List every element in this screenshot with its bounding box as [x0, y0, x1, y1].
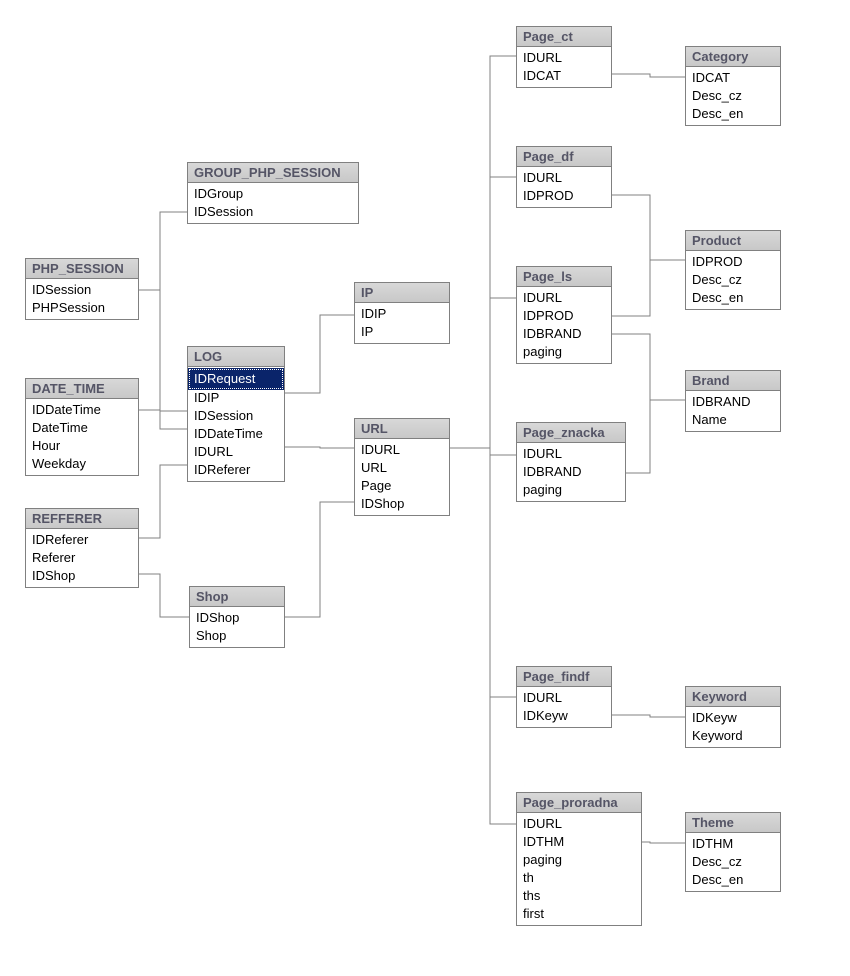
entity-ip[interactable]: IP IDIP IP [354, 282, 450, 344]
column[interactable]: Desc_cz [686, 271, 780, 289]
column[interactable]: IDSession [188, 407, 284, 425]
column[interactable]: IP [355, 323, 449, 341]
column[interactable]: Name [686, 411, 780, 429]
column[interactable]: IDSession [26, 281, 138, 299]
entity-log[interactable]: LOG IDRequest IDIP IDSession IDDateTime … [187, 346, 285, 482]
column-selected[interactable]: IDRequest [189, 369, 283, 389]
column[interactable]: Referer [26, 549, 138, 567]
entity-title: LOG [188, 347, 284, 367]
column[interactable]: Hour [26, 437, 138, 455]
entity-page-df[interactable]: Page_df IDURL IDPROD [516, 146, 612, 208]
column[interactable]: IDBRAND [517, 325, 611, 343]
column[interactable]: IDDateTime [188, 425, 284, 443]
column[interactable]: IDURL [517, 169, 611, 187]
column[interactable]: IDCAT [517, 67, 611, 85]
entity-brand[interactable]: Brand IDBRAND Name [685, 370, 781, 432]
entity-page-znacka[interactable]: Page_znacka IDURL IDBRAND paging [516, 422, 626, 502]
column[interactable]: Desc_cz [686, 87, 780, 105]
entity-title: Page_ct [517, 27, 611, 47]
column[interactable]: IDReferer [26, 531, 138, 549]
column[interactable]: first [517, 905, 641, 923]
column[interactable]: IDDateTime [26, 401, 138, 419]
entity-title: Page_findf [517, 667, 611, 687]
column[interactable]: Keyword [686, 727, 780, 745]
column[interactable]: IDSession [188, 203, 358, 221]
entity-category[interactable]: Category IDCAT Desc_cz Desc_en [685, 46, 781, 126]
column[interactable]: IDReferer [188, 461, 284, 479]
column[interactable]: paging [517, 851, 641, 869]
entity-php-session[interactable]: PHP_SESSION IDSession PHPSession [25, 258, 139, 320]
entity-title: Brand [686, 371, 780, 391]
column[interactable]: IDURL [517, 445, 625, 463]
column[interactable]: th [517, 869, 641, 887]
column[interactable]: Desc_en [686, 105, 780, 123]
entity-page-proradna[interactable]: Page_proradna IDURL IDTHM paging th ths … [516, 792, 642, 926]
column[interactable]: IDURL [517, 815, 641, 833]
column[interactable]: IDURL [517, 49, 611, 67]
column[interactable]: IDBRAND [686, 393, 780, 411]
entity-title: Page_proradna [517, 793, 641, 813]
column[interactable]: Weekday [26, 455, 138, 473]
column[interactable]: IDShop [26, 567, 138, 585]
column[interactable]: URL [355, 459, 449, 477]
entity-title: DATE_TIME [26, 379, 138, 399]
column[interactable]: IDURL [517, 289, 611, 307]
entity-title: Shop [190, 587, 284, 607]
column[interactable]: IDBRAND [517, 463, 625, 481]
entity-title: GROUP_PHP_SESSION [188, 163, 358, 183]
column[interactable]: ths [517, 887, 641, 905]
column[interactable]: Desc_en [686, 289, 780, 307]
entity-group-php-session[interactable]: GROUP_PHP_SESSION IDGroup IDSession [187, 162, 359, 224]
column[interactable]: IDURL [355, 441, 449, 459]
entity-date-time[interactable]: DATE_TIME IDDateTime DateTime Hour Weekd… [25, 378, 139, 476]
entity-title: Product [686, 231, 780, 251]
entity-page-ls[interactable]: Page_ls IDURL IDPROD IDBRAND paging [516, 266, 612, 364]
column[interactable]: Shop [190, 627, 284, 645]
entity-url[interactable]: URL IDURL URL Page IDShop [354, 418, 450, 516]
entity-title: URL [355, 419, 449, 439]
column[interactable]: IDPROD [517, 187, 611, 205]
column[interactable]: IDPROD [686, 253, 780, 271]
entity-title: Page_znacka [517, 423, 625, 443]
column[interactable]: IDKeyw [517, 707, 611, 725]
entity-title: PHP_SESSION [26, 259, 138, 279]
column[interactable]: IDCAT [686, 69, 780, 87]
entity-title: Page_df [517, 147, 611, 167]
column[interactable]: IDTHM [517, 833, 641, 851]
column[interactable]: DateTime [26, 419, 138, 437]
column[interactable]: Page [355, 477, 449, 495]
column[interactable]: IDIP [188, 389, 284, 407]
entity-title: Category [686, 47, 780, 67]
column[interactable]: paging [517, 343, 611, 361]
entity-title: Keyword [686, 687, 780, 707]
column[interactable]: IDTHM [686, 835, 780, 853]
column[interactable]: IDGroup [188, 185, 358, 203]
entity-title: REFFERER [26, 509, 138, 529]
column[interactable]: IDShop [190, 609, 284, 627]
entity-page-ct[interactable]: Page_ct IDURL IDCAT [516, 26, 612, 88]
entity-page-findf[interactable]: Page_findf IDURL IDKeyw [516, 666, 612, 728]
column[interactable]: IDURL [517, 689, 611, 707]
column[interactable]: Desc_cz [686, 853, 780, 871]
entity-shop[interactable]: Shop IDShop Shop [189, 586, 285, 648]
column[interactable]: IDShop [355, 495, 449, 513]
entity-keyword[interactable]: Keyword IDKeyw Keyword [685, 686, 781, 748]
column[interactable]: Desc_en [686, 871, 780, 889]
entity-title: IP [355, 283, 449, 303]
column[interactable]: paging [517, 481, 625, 499]
column[interactable]: IDURL [188, 443, 284, 461]
entity-product[interactable]: Product IDPROD Desc_cz Desc_en [685, 230, 781, 310]
column[interactable]: PHPSession [26, 299, 138, 317]
entity-refferer[interactable]: REFFERER IDReferer Referer IDShop [25, 508, 139, 588]
column[interactable]: IDKeyw [686, 709, 780, 727]
entity-title: Theme [686, 813, 780, 833]
column[interactable]: IDIP [355, 305, 449, 323]
column[interactable]: IDPROD [517, 307, 611, 325]
entity-theme[interactable]: Theme IDTHM Desc_cz Desc_en [685, 812, 781, 892]
entity-title: Page_ls [517, 267, 611, 287]
